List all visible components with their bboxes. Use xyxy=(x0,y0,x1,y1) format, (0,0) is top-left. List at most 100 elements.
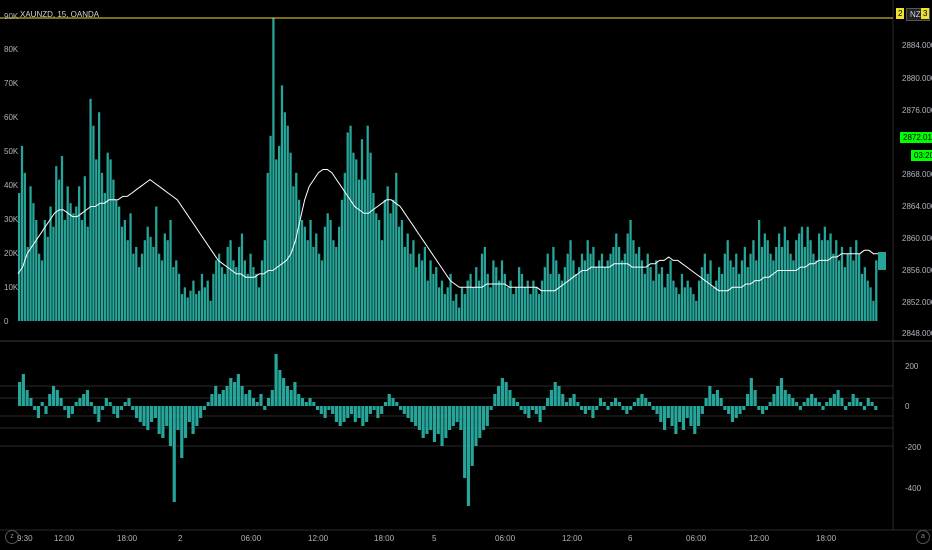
volume-bar xyxy=(218,253,221,321)
volume-bar xyxy=(692,294,695,321)
oscillator-bar xyxy=(157,406,161,434)
oscillator-bar xyxy=(663,406,667,430)
oscillator-bar xyxy=(810,394,814,406)
volume-bar xyxy=(363,179,366,321)
volume-bar xyxy=(778,233,781,321)
oscillator-bar xyxy=(323,406,327,418)
oscillator-bar xyxy=(414,406,418,426)
price-tick-label: 2848.000 xyxy=(902,329,932,338)
volume-bar xyxy=(792,260,795,321)
oscillator-bar xyxy=(866,398,870,406)
time-tick-label: 06:00 xyxy=(495,534,516,543)
chart-canvas[interactable] xyxy=(0,0,932,550)
oscillator-bar xyxy=(621,406,625,410)
volume-bar xyxy=(866,280,869,321)
volume-bar xyxy=(180,294,184,321)
oscillator-bar xyxy=(485,406,489,426)
volume-bar xyxy=(263,240,266,321)
volume-bar xyxy=(420,260,424,321)
volume-bar xyxy=(315,233,318,321)
volume-bar xyxy=(18,193,21,321)
volume-bar xyxy=(272,18,275,321)
oscillator-bar xyxy=(723,406,727,410)
oscillator-bar xyxy=(210,394,214,406)
volume-bar xyxy=(498,280,501,321)
volume-bar xyxy=(795,240,798,321)
oscillator-bar xyxy=(395,402,399,406)
oscillator-bar xyxy=(489,406,493,410)
oscillator-bar xyxy=(813,398,818,406)
oscillator-tick-label: -400 xyxy=(905,484,922,493)
oscillator-bar xyxy=(764,406,769,410)
volume-bar xyxy=(800,226,804,321)
oscillator-bar xyxy=(572,394,576,406)
volume-bar xyxy=(820,240,824,321)
oscillator-bar xyxy=(840,398,844,406)
volume-bar xyxy=(872,300,875,321)
oscillator-bar xyxy=(293,382,297,406)
oscillator-bar xyxy=(874,406,878,410)
volume-bar xyxy=(529,294,532,321)
volume-bar xyxy=(58,179,61,321)
oscillator-bar xyxy=(153,406,157,418)
volume-bar xyxy=(663,287,666,321)
oscillator-bar xyxy=(844,406,848,410)
volume-bar xyxy=(343,172,346,321)
volume-bar xyxy=(275,159,278,321)
time-tick-label: 5 xyxy=(432,534,437,543)
oscillator-bar xyxy=(119,406,124,410)
volume-bar xyxy=(506,287,509,321)
oscillator-bar xyxy=(270,390,274,406)
volume-bar xyxy=(715,280,718,321)
volume-bar xyxy=(720,273,724,321)
timezone-icon[interactable]: z xyxy=(5,530,19,544)
oscillator-bar xyxy=(689,406,693,426)
volume-bar xyxy=(603,267,606,321)
oscillator-bar xyxy=(523,406,527,414)
oscillator-bar xyxy=(828,398,833,406)
volume-bar xyxy=(40,260,44,321)
volume-bar xyxy=(823,226,826,321)
volume-bar xyxy=(478,280,481,321)
oscillator-tick-label: -200 xyxy=(905,443,922,452)
volume-bar xyxy=(235,267,238,321)
volume-bar xyxy=(80,220,84,321)
oscillator-bar xyxy=(768,402,772,406)
volume-bar xyxy=(698,280,701,321)
oscillator-bar xyxy=(51,386,56,406)
volume-bar xyxy=(815,260,818,321)
oscillator-bar xyxy=(142,406,146,426)
volume-bar xyxy=(386,186,389,321)
badge-left[interactable]: 2 xyxy=(896,8,905,19)
oscillator-bar xyxy=(798,406,802,410)
volume-bar xyxy=(609,253,612,321)
volume-bar xyxy=(809,240,812,321)
oscillator-bar xyxy=(481,406,486,430)
volume-bar xyxy=(723,253,726,321)
symbol-title[interactable]: XAUNZD, 15, OANDA xyxy=(20,10,99,19)
volume-bar xyxy=(606,260,609,321)
volume-tick-label: 50K xyxy=(4,147,19,156)
volume-bar xyxy=(518,267,521,321)
oscillator-bar xyxy=(346,406,350,418)
volume-bar xyxy=(129,213,132,321)
oscillator-bar xyxy=(255,402,259,406)
oscillator-bar xyxy=(821,406,825,410)
volume-bar xyxy=(86,226,89,321)
volume-bar xyxy=(300,220,304,321)
volume-bar xyxy=(592,246,595,321)
badge-right[interactable]: 3 xyxy=(921,8,930,19)
volume-bar xyxy=(858,253,861,321)
volume-bar xyxy=(112,179,115,321)
oscillator-bar xyxy=(172,406,176,502)
volume-tick-label: 70K xyxy=(4,79,19,88)
oscillator-bar xyxy=(527,406,531,418)
oscillator-bar xyxy=(236,374,240,406)
oscillator-bar xyxy=(312,402,316,406)
auto-scale-icon[interactable]: a xyxy=(916,530,930,544)
oscillator-bar xyxy=(610,402,614,406)
oscillator-bar xyxy=(248,390,252,406)
volume-bar xyxy=(412,240,415,321)
oscillator-bar xyxy=(625,406,629,414)
oscillator-bar xyxy=(183,406,188,438)
